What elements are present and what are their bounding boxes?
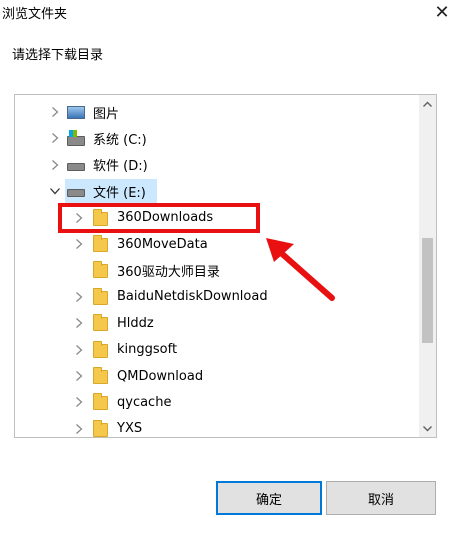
tree-item-label: kinggsoft	[117, 342, 178, 358]
chevron-right-icon[interactable]	[49, 159, 61, 171]
close-button[interactable]: ✕	[430, 1, 454, 23]
annotation-arrow-icon	[266, 238, 335, 301]
chevron-down-icon	[423, 425, 432, 431]
folder-icon	[93, 366, 108, 384]
cancel-button[interactable]: 取消	[326, 481, 436, 515]
chevron-right-icon[interactable]	[73, 291, 85, 303]
tree-item[interactable]: QMDownload	[15, 363, 419, 389]
scroll-thumb[interactable]	[422, 238, 433, 343]
tree-item[interactable]: YXS	[15, 416, 419, 437]
tree-item-label: YXS	[117, 421, 143, 437]
tree-item-label: BaiduNetdiskDownload	[117, 289, 268, 305]
chevron-right-icon[interactable]	[73, 370, 85, 382]
folder-tree-rows: 图片 系统 (C:) 软件 (D:) 文件 (E:) 360Downloads 360Mo…	[15, 99, 419, 437]
tree-item-label: 360驱动大师目录	[117, 265, 220, 281]
system-drive-icon	[67, 130, 85, 147]
pictures-icon	[67, 106, 85, 119]
chevron-up-icon	[423, 101, 432, 107]
tree-item[interactable]: 软件 (D:)	[15, 152, 419, 178]
ok-button[interactable]: 确定	[216, 481, 322, 515]
chevron-right-icon[interactable]	[73, 317, 85, 329]
drive-icon	[67, 189, 85, 198]
chevron-right-icon[interactable]	[73, 423, 85, 435]
title-bar: 浏览文件夹 ✕	[0, 0, 460, 26]
tree-item-label: 图片	[93, 106, 120, 122]
tree-item[interactable]: 文件 (E:)	[15, 178, 419, 204]
tree-item[interactable]: BaiduNetdiskDownload	[15, 284, 419, 310]
folder-icon	[93, 393, 108, 411]
folder-icon	[93, 314, 108, 332]
tree-item-label: qycache	[117, 394, 172, 410]
folder-icon	[93, 287, 108, 305]
drive-icon	[67, 162, 85, 171]
folder-icon	[93, 234, 108, 252]
scroll-down-button[interactable]	[419, 420, 436, 437]
folder-icon	[93, 340, 108, 358]
vertical-scrollbar[interactable]	[419, 95, 436, 437]
tree-item[interactable]: qycache	[15, 389, 419, 415]
folder-tree[interactable]: 图片 系统 (C:) 软件 (D:) 文件 (E:) 360Downloads 360Mo…	[14, 94, 437, 438]
tree-item[interactable]: 系统 (C:)	[15, 125, 419, 151]
tree-item[interactable]: 图片	[15, 99, 419, 125]
tree-item[interactable]: Hlddz	[15, 310, 419, 336]
folder-icon	[93, 261, 108, 279]
tree-item-label: QMDownload	[117, 368, 204, 384]
instruction-text: 请选择下载目录	[12, 48, 104, 63]
close-icon: ✕	[434, 1, 450, 23]
tree-item-label: 系统 (C:)	[93, 133, 147, 149]
tree-item[interactable]: kinggsoft	[15, 337, 419, 363]
window-title: 浏览文件夹	[2, 7, 68, 22]
chevron-right-icon[interactable]	[49, 132, 61, 144]
tree-item-label: 文件 (E:)	[93, 185, 146, 201]
tree-item-label: Hlddz	[117, 315, 154, 331]
chevron-right-icon[interactable]	[73, 344, 85, 356]
tree-item[interactable]: 360驱动大师目录	[15, 257, 419, 283]
scroll-up-button[interactable]	[419, 95, 436, 112]
chevron-right-icon[interactable]	[49, 106, 61, 118]
tree-item[interactable]: 360MoveData	[15, 231, 419, 257]
chevron-right-icon[interactable]	[73, 396, 85, 408]
chevron-right-icon[interactable]	[73, 238, 85, 250]
chevron-down-icon[interactable]	[49, 185, 61, 197]
tree-item-label: 360MoveData	[117, 236, 208, 252]
annotation-highlight-box	[58, 203, 260, 233]
tree-item-label: 软件 (D:)	[93, 159, 148, 175]
folder-icon	[93, 419, 108, 437]
